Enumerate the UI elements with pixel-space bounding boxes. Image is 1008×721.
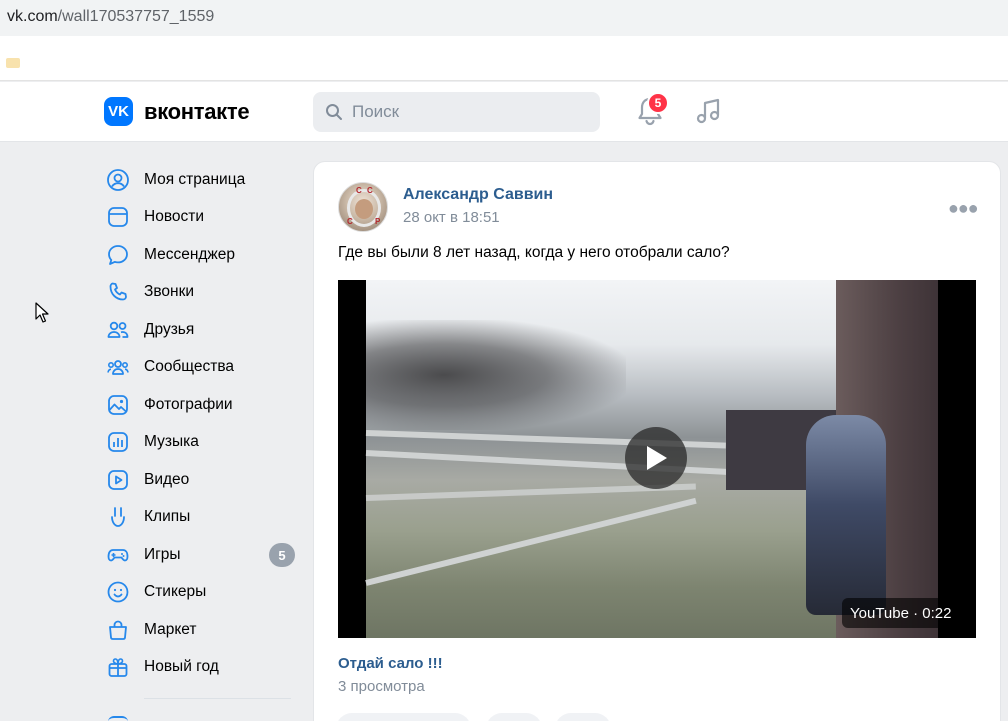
sidebar-item-label: Новый год: [144, 658, 219, 676]
sidebar-item-games[interactable]: Игры 5: [104, 536, 304, 574]
avatar-letter: Р: [375, 217, 381, 226]
sidebar-item-label: Моя страница: [144, 170, 246, 188]
games-icon: [104, 541, 132, 569]
video-icon: [104, 466, 132, 494]
sidebar-item-label: Звонки: [144, 283, 195, 301]
search-input[interactable]: Поиск: [313, 92, 600, 132]
sidebar-item-news[interactable]: Новости: [104, 199, 304, 237]
music-icon: [104, 428, 132, 456]
sidebar-item-label: Мессенджер: [144, 245, 236, 263]
sidebar-item-calls[interactable]: Звонки: [104, 274, 304, 312]
sidebar-item-label: Новости: [144, 208, 205, 226]
sidebar-item-messenger[interactable]: Мессенджер: [104, 236, 304, 274]
photos-icon: [104, 391, 132, 419]
post-author-name[interactable]: Александр Саввин: [403, 186, 553, 204]
thumbnail-rail: [365, 497, 697, 586]
sidebar-item-clips[interactable]: Клипы: [104, 499, 304, 537]
sidebar-item-label: Фотографии: [144, 395, 233, 413]
video-player[interactable]: YouTube · 0:22: [338, 280, 976, 638]
thumbnail-person: [806, 415, 886, 615]
communities-icon: [104, 353, 132, 381]
sidebar-item-label: Музыка: [144, 433, 199, 451]
bookmarks-bar: [0, 36, 1008, 81]
market-icon: [104, 616, 132, 644]
sidebar-item-stickers[interactable]: Стикеры: [104, 574, 304, 612]
avatar-letter: С: [367, 186, 373, 195]
site-header: VK вконтакте Поиск 5: [0, 82, 1008, 142]
vk-logo-text: вконтакте: [144, 98, 250, 124]
sidebar-item-label: Стикеры: [144, 583, 207, 601]
stickers-icon: [104, 578, 132, 606]
sidebar-item-video[interactable]: Видео: [104, 461, 304, 499]
wall-post: С С С Р Александр Саввин 28 окт в 18:51 …: [313, 161, 1001, 721]
profile-icon: [104, 166, 132, 194]
sidebar-item-market[interactable]: Маркет: [104, 611, 304, 649]
sidebar-divider: [144, 698, 291, 699]
sidebar-item-music[interactable]: Музыка: [104, 424, 304, 462]
url-host: vk.com: [7, 8, 58, 25]
thumbnail-smoke: [366, 320, 626, 430]
search-icon: [326, 104, 342, 120]
messenger-icon: [104, 241, 132, 269]
notifications-badge: 5: [647, 92, 669, 114]
play-icon: [647, 446, 667, 470]
phone-icon: [104, 278, 132, 306]
sidebar-extra-icon[interactable]: [108, 716, 128, 721]
left-sidebar: Моя страница Новости Мессенджер Звонки Д…: [104, 161, 304, 718]
play-button[interactable]: [625, 427, 687, 489]
url-text[interactable]: vk.com/wall170537757_1559: [7, 8, 214, 26]
browser-address-bar[interactable]: vk.com/wall170537757_1559: [0, 0, 1008, 36]
sidebar-item-communities[interactable]: Сообщества: [104, 349, 304, 387]
sidebar-item-photos[interactable]: Фотографии: [104, 386, 304, 424]
comment-button[interactable]: [486, 713, 542, 721]
author-avatar[interactable]: С С С Р: [338, 182, 388, 232]
post-more-options-icon[interactable]: ●●●: [948, 198, 979, 219]
games-count-badge: 5: [269, 543, 295, 567]
sidebar-item-label: Клипы: [144, 508, 191, 526]
url-path: /wall170537757_1559: [57, 8, 215, 25]
vk-logo[interactable]: VK вконтакте: [104, 97, 250, 126]
post-text: Где вы были 8 лет назад, когда у него от…: [338, 244, 730, 261]
avatar-letter: С: [347, 217, 353, 226]
avatar-face: [355, 199, 373, 219]
sidebar-item-label: Видео: [144, 470, 190, 488]
video-title[interactable]: Отдай сало !!!: [338, 655, 443, 672]
clips-icon: [104, 503, 132, 531]
gift-icon: [104, 653, 132, 681]
sidebar-item-label: Игры: [144, 545, 181, 563]
avatar-letter: С: [356, 186, 362, 195]
sidebar-item-my-page[interactable]: Моя страница: [104, 161, 304, 199]
sidebar-item-label: Сообщества: [144, 358, 235, 376]
sidebar-item-friends[interactable]: Друзья: [104, 311, 304, 349]
share-button[interactable]: [555, 713, 611, 721]
video-views: 3 просмотра: [338, 678, 425, 695]
news-icon: [104, 203, 132, 231]
post-date[interactable]: 28 окт в 18:51: [403, 209, 500, 226]
music-player-icon[interactable]: [694, 96, 724, 126]
search-placeholder: Поиск: [352, 102, 400, 121]
like-button[interactable]: [336, 713, 471, 721]
vk-logo-icon: VK: [104, 97, 133, 126]
video-duration-badge: YouTube · 0:22: [842, 598, 960, 628]
bookmark-folder-icon[interactable]: [6, 58, 20, 68]
mouse-cursor-icon: [35, 302, 49, 323]
thumbnail-rail: [365, 450, 746, 476]
sidebar-item-label: Друзья: [144, 320, 195, 338]
sidebar-item-new-year[interactable]: Новый год: [104, 649, 304, 687]
sidebar-item-label: Маркет: [144, 620, 197, 638]
friends-icon: [104, 316, 132, 344]
